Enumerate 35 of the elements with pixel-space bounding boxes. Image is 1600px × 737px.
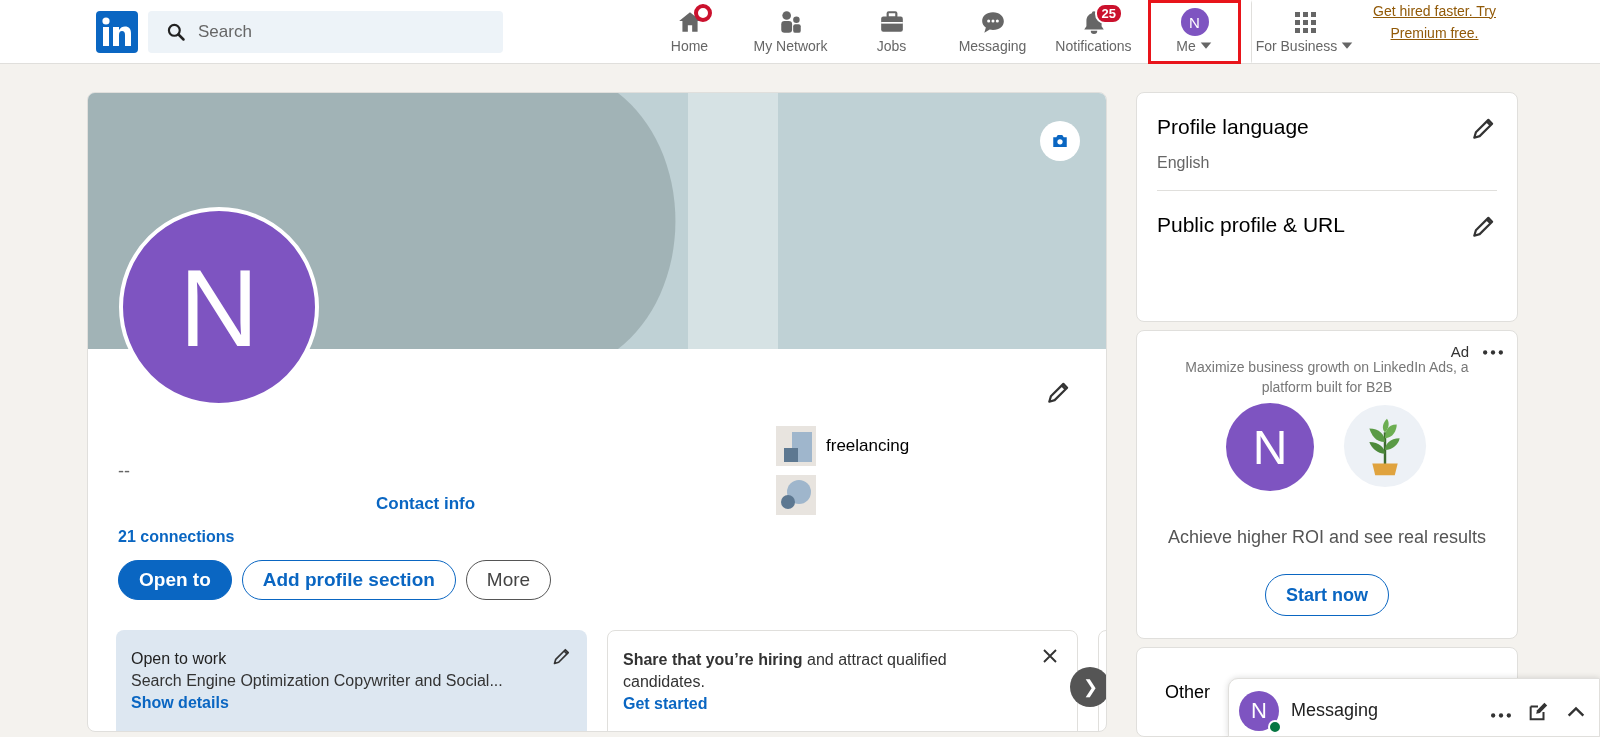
language-value: English xyxy=(1157,154,1210,172)
experience-name[interactable]: freelancing xyxy=(826,435,910,456)
section-title: Profile language xyxy=(1157,115,1309,139)
avatar: N xyxy=(1239,691,1279,731)
card-text: Share that you’re hiring and attract qualified candidates. xyxy=(623,650,948,692)
nav-item[interactable]: Messaging xyxy=(942,0,1043,64)
section-title: Other xyxy=(1165,682,1211,702)
start-now-button[interactable]: Start now xyxy=(1265,574,1389,617)
section-title: Public profile & URL xyxy=(1157,213,1345,237)
nav-item[interactable]: Home xyxy=(639,0,740,64)
profile-action-button[interactable]: Open to xyxy=(118,560,232,600)
nav-item[interactable]: 25 Notifications xyxy=(1043,0,1144,64)
profile-action-button[interactable]: Add profile section xyxy=(241,560,456,600)
ad-tagline: Maximize business growth on LinkedIn Ads, a platform built for B2B xyxy=(1184,358,1470,398)
connections-link[interactable]: 21 connections xyxy=(118,528,235,546)
profile-action-button[interactable]: More xyxy=(465,560,552,600)
premium-link[interactable]: Get hired faster. Try Premium free. xyxy=(1367,0,1502,64)
avatar: N xyxy=(1226,403,1314,492)
card-link[interactable]: Get started xyxy=(623,693,708,715)
card-link[interactable]: Show details xyxy=(131,692,229,714)
ad-headline: Achieve higher ROI and see real results xyxy=(1166,527,1488,549)
nav-item[interactable]: For Business xyxy=(1251,0,1361,64)
card-title: Open to work xyxy=(131,649,227,669)
nav-item[interactable]: My Network xyxy=(740,0,841,64)
messaging-title: Messaging xyxy=(1291,700,1379,721)
notification-count: 25 xyxy=(1094,3,1123,24)
headline: -- xyxy=(118,461,131,482)
avatar: N xyxy=(1180,8,1209,36)
nav-item[interactable]: Jobs xyxy=(841,0,942,64)
card-text: Search Engine Optimization Copywriter and Social... xyxy=(131,671,504,691)
nav-item[interactable]: N Me xyxy=(1148,0,1241,64)
ad-label: Ad xyxy=(1450,343,1469,361)
contact-info-link[interactable]: Contact info xyxy=(376,494,476,514)
search-field[interactable]: Search xyxy=(148,10,503,53)
next-button[interactable]: ❯ xyxy=(1070,667,1106,707)
